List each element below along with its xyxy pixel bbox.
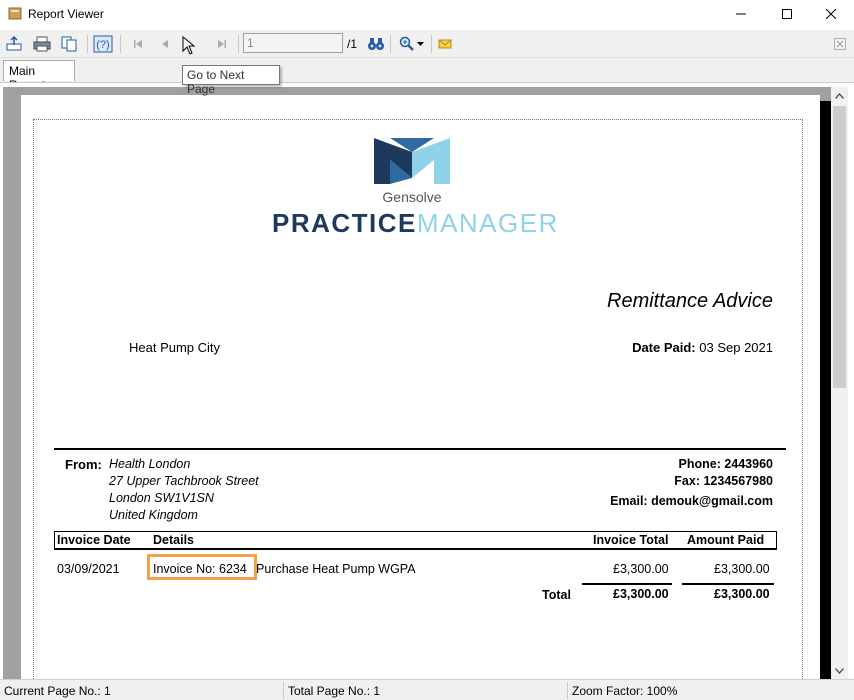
minimize-icon <box>736 13 746 15</box>
last-page-icon <box>218 40 226 48</box>
scroll-down-button[interactable] <box>831 662 848 679</box>
window-title: Report Viewer <box>28 7 104 21</box>
row-invoice-date: 03/09/2021 <box>57 562 120 576</box>
row-amount-paid: £3,300.00 <box>714 562 770 576</box>
contact-info: Phone: 2443960 Fax: 1234567980 Email: de… <box>610 456 773 510</box>
status-separator <box>567 682 568 699</box>
export-button[interactable] <box>4 35 24 53</box>
chevron-up-icon <box>835 92 844 99</box>
last-page-button[interactable] <box>212 35 232 53</box>
title-bar: Report Viewer <box>0 0 854 28</box>
toolbar-separator <box>390 35 391 53</box>
total-paid-value: £3,300.00 <box>714 587 770 601</box>
total-label: Total <box>542 588 571 602</box>
svg-text:PRACTICEMANAGER: PRACTICEMANAGER <box>272 208 559 236</box>
find-button[interactable] <box>366 35 386 53</box>
email-button[interactable] <box>435 35 455 53</box>
help-button[interactable]: (?) <box>93 35 113 53</box>
status-bar: Current Page No.: 1 Total Page No.: 1 Zo… <box>0 679 854 700</box>
row-invoice-number: Invoice No: 6234 <box>153 562 247 576</box>
logo-brand-dark: PRACTICE <box>272 208 417 236</box>
logo-brand-small: Gensolve <box>382 189 441 205</box>
logo-mark-icon: Gensolve PRACTICEMANAGER <box>272 138 559 238</box>
previous-page-button[interactable] <box>155 35 175 53</box>
previous-page-icon <box>162 40 168 48</box>
from-label: From: <box>65 457 102 472</box>
date-paid: Date Paid: 03 Sep 2021 <box>632 340 773 355</box>
maximize-icon <box>782 9 792 19</box>
first-page-icon <box>134 40 142 48</box>
from-line: London SW1V1SN <box>109 491 214 505</box>
report-title: Remittance Advice <box>607 290 773 312</box>
total-invoice-value: £3,300.00 <box>613 587 669 601</box>
toolbar-separator <box>238 35 239 53</box>
toolbar: (?) 1 /1 <box>0 30 854 58</box>
report-page-border: Gensolve PRACTICEMANAGER Remittance Advi… <box>33 119 803 689</box>
date-paid-label: Date Paid: <box>632 340 696 355</box>
status-zoom: Zoom Factor: 100% <box>572 684 678 698</box>
status-current-page: Current Page No.: 1 <box>4 684 111 698</box>
mouse-cursor-icon <box>182 36 196 55</box>
report-page: Gensolve PRACTICEMANAGER Remittance Advi… <box>21 95 820 689</box>
toolbar-separator <box>87 35 88 53</box>
chevron-down-icon <box>416 41 424 46</box>
from-line: 27 Upper Tachbrook Street <box>109 474 259 488</box>
envelope-icon <box>438 39 452 49</box>
next-page-tooltip: Go to Next Page <box>182 65 280 96</box>
column-header-invoice-date: Invoice Date <box>57 533 131 547</box>
vertical-scrollbar[interactable] <box>831 87 848 679</box>
copy-button[interactable] <box>59 35 79 53</box>
scroll-thumb[interactable] <box>833 106 846 388</box>
from-line: Health London <box>109 457 191 471</box>
toolbar-separator <box>120 35 121 53</box>
report-background: Gensolve PRACTICEMANAGER Remittance Advi… <box>3 87 831 689</box>
export-icon <box>6 36 22 51</box>
tab-strip: Main Report <box>0 58 854 92</box>
toolbar-separator <box>431 35 432 53</box>
copy-icon <box>61 36 77 52</box>
fax: Fax: 1234567980 <box>674 474 773 488</box>
zoom-dropdown-button[interactable] <box>396 35 426 53</box>
report-viewport: Gensolve PRACTICEMANAGER Remittance Advi… <box>0 82 854 689</box>
scroll-up-button[interactable] <box>831 87 848 104</box>
chevron-down-icon <box>835 667 844 674</box>
practice-manager-logo: Gensolve PRACTICEMANAGER <box>264 132 584 238</box>
close-icon <box>826 9 836 19</box>
status-separator <box>283 682 284 699</box>
from-address: Health London 27 Upper Tachbrook Street … <box>109 456 259 524</box>
column-header-amount-paid: Amount Paid <box>687 533 765 547</box>
help-icon: (?) <box>93 35 113 53</box>
date-paid-value: 03 Sep 2021 <box>699 340 773 355</box>
binoculars-icon <box>368 38 384 50</box>
status-total-page: Total Page No.: 1 <box>288 684 381 698</box>
column-header-invoice-total: Invoice Total <box>593 533 669 547</box>
close-button[interactable] <box>808 0 854 28</box>
phone: Phone: 2443960 <box>678 457 774 471</box>
email: Email: demouk@gmail.com <box>610 494 773 508</box>
close-tab-icon <box>834 38 846 50</box>
close-tab-button[interactable] <box>830 35 850 53</box>
row-invoice-total: £3,300.00 <box>613 562 669 576</box>
report-app-icon <box>8 7 22 20</box>
page-number-input[interactable]: 1 <box>243 33 343 53</box>
zoom-icon <box>399 36 414 51</box>
page-total-label: /1 <box>347 37 358 51</box>
logo-brand-light: MANAGER <box>417 208 559 236</box>
company-name: Heat Pump City <box>129 340 221 355</box>
print-button[interactable] <box>32 35 52 53</box>
tab-main-report[interactable]: Main Report <box>3 60 75 92</box>
print-icon <box>33 36 51 52</box>
column-header-details: Details <box>153 533 194 547</box>
next-page-button[interactable] <box>180 35 200 55</box>
from-line: United Kingdom <box>109 508 198 522</box>
first-page-button[interactable] <box>128 35 148 53</box>
maximize-button[interactable] <box>764 0 810 28</box>
total-rule-invoice <box>582 583 672 585</box>
svg-text:(?): (?) <box>96 39 109 51</box>
minimize-button[interactable] <box>718 0 764 28</box>
section-divider <box>54 448 786 450</box>
row-details: Purchase Heat Pump WGPA <box>256 562 416 576</box>
total-rule-paid <box>682 583 774 585</box>
